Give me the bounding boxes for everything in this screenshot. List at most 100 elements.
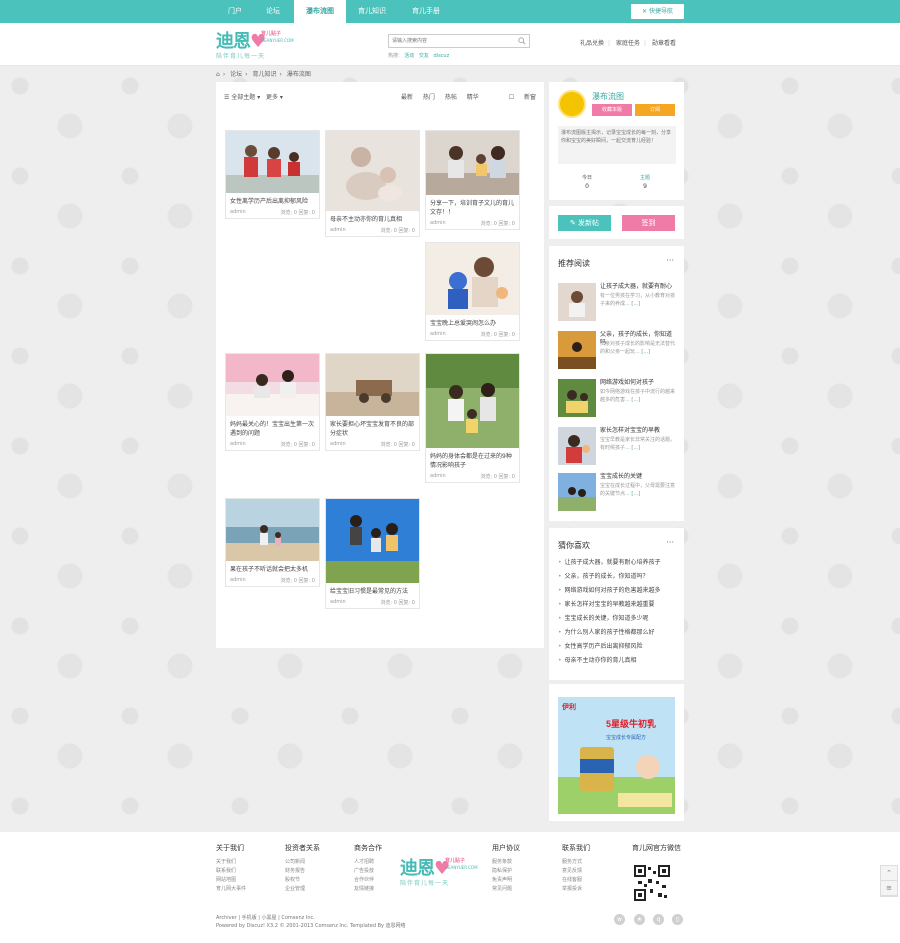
thread-card[interactable]: 果在孩子不听话就会把太多机 admin 浏览: 0 回复: 0 (225, 498, 320, 587)
recommended-item[interactable]: 网络游戏如何对孩子 如今网络游戏在孩子中流行的越来越多的危害... [...] (558, 379, 676, 417)
footer-link[interactable]: 广告投放 (354, 867, 382, 876)
weibo-icon[interactable]: w (614, 914, 625, 925)
recommended-thumb[interactable] (558, 283, 596, 321)
footer-link[interactable]: 隐私保护 (492, 867, 520, 876)
filter-all-topics[interactable]: 全部主题 (231, 94, 255, 101)
recommended-thumb[interactable] (558, 331, 596, 369)
recommended-title-link[interactable]: 让孩子成大器，就要有耐心 (600, 283, 676, 291)
hot-keyword[interactable]: 交友 (419, 53, 429, 59)
nav-item-forum[interactable]: 论坛 (256, 0, 290, 23)
link-family-tasks[interactable]: 家庭任务 (616, 40, 640, 47)
qq-icon[interactable]: q (653, 914, 664, 925)
ad-banner[interactable]: 伊利 5星级牛初乳 宝宝成长专属配方 (558, 697, 675, 814)
breadcrumb-item[interactable]: 论坛 (230, 71, 242, 78)
footer-link[interactable]: 企业管理 (285, 885, 320, 894)
nav-item-parenting-handbook[interactable]: 育儿手册 (400, 0, 452, 23)
read-more-link[interactable]: [...] (641, 349, 650, 355)
footer-link[interactable]: 合作伙伴 (354, 876, 382, 885)
thread-author[interactable]: admin (330, 227, 346, 233)
thread-card[interactable]: 妈妈最关心的！宝宝出生第一次遇到的问题 admin 浏览: 0 回复: 0 (225, 353, 320, 451)
thread-title[interactable]: 给宝宝旧习惯是最常见的方法 (326, 583, 419, 598)
recommended-title-link[interactable]: 网络游戏如何对孩子 (600, 379, 676, 387)
thread-image[interactable] (226, 131, 319, 193)
thread-title[interactable]: 妈妈的身体会都是在过来的9种情况影响孩子 (426, 448, 519, 472)
thread-image[interactable] (326, 499, 419, 583)
footer-link[interactable]: 财务报告 (285, 867, 320, 876)
recommended-title-link[interactable]: 家长怎样对宝宝的早教 (600, 427, 676, 435)
list-item[interactable]: • 父亲，孩子的成长，你知道吗？ (558, 572, 678, 586)
footer-link[interactable]: 在线客服 (562, 876, 590, 885)
hot-keyword[interactable]: discuz (434, 53, 450, 59)
recommended-thumb[interactable] (558, 379, 596, 417)
list-view-icon[interactable]: ≡ (881, 881, 897, 896)
recommended-item[interactable]: 家长怎样对宝宝的早教 宝宝早教是家长非常关注的话题，有时候孩子... [...] (558, 427, 676, 465)
site-logo[interactable]: 迪恩♥ 育儿贴子 DEANYUER.COM 陪伴育儿每一天 (216, 27, 296, 63)
link-gift-exchange[interactable]: 礼品兑换 (580, 40, 604, 47)
filter-more[interactable]: 更多 (266, 94, 278, 101)
footer-link[interactable]: 股权节 (285, 876, 320, 885)
thread-card[interactable]: 女性离学历产后出离抑郁风险 admin 浏览: 0 回复: 0 (225, 130, 320, 219)
list-item[interactable]: • 为什么别人家的孩子性格都那么好 (558, 628, 678, 642)
footer-logo[interactable]: 迪恩♥ 育儿贴子 DEANYUER.COM 陪伴育儿每一天 (400, 854, 480, 890)
footer-link[interactable]: 友情链接 (354, 885, 382, 894)
subscribe-button[interactable]: 订阅 (635, 104, 675, 116)
thread-author[interactable]: admin (330, 599, 346, 605)
thread-author[interactable]: admin (230, 577, 246, 583)
list-item[interactable]: • 家长怎样对宝宝的早教越来越重要 (558, 600, 678, 614)
thread-author[interactable]: admin (230, 441, 246, 447)
list-item[interactable]: • 母亲不主动亦你的育儿真相 (558, 656, 678, 670)
thread-card[interactable]: 宝宝晚上总爱哭闹怎么办 admin 浏览: 0 回复: 0 (425, 242, 520, 341)
new-post-button[interactable]: ✎ 发新帖 (558, 215, 611, 231)
list-item[interactable]: • 让孩子成大器，就要有耐心培养孩子 (558, 558, 678, 572)
breadcrumb-item[interactable]: 育儿知识 (252, 71, 276, 78)
thread-author[interactable]: admin (430, 331, 446, 337)
search-icon[interactable] (518, 37, 526, 45)
recommended-item[interactable]: 让孩子成大器，就要有耐心 有一位男孩在学习，从小教育对孩子来的养成... [..… (558, 283, 676, 321)
list-item[interactable]: • 网络游戏如何对孩子的危害越来越多 (558, 586, 678, 600)
thread-card[interactable]: 妈妈的身体会都是在过来的9种情况影响孩子 admin 浏览: 0 回复: 0 (425, 353, 520, 483)
nav-item-waterfall[interactable]: 瀑布流图 (294, 0, 346, 23)
nav-item-parenting-knowledge[interactable]: 育儿知识 (348, 0, 396, 23)
thread-title[interactable]: 果在孩子不听话就会把太多机 (226, 561, 319, 576)
thread-author[interactable]: admin (430, 473, 446, 479)
thread-title[interactable]: 宝宝晚上总爱哭闹怎么办 (426, 315, 519, 330)
footer-link[interactable]: 育儿网大事件 (216, 885, 246, 894)
thread-title[interactable]: 家长要担心坏宝宝发育不良的部分症状 (326, 416, 419, 440)
hot-keyword[interactable]: 活动 (404, 53, 414, 59)
thread-image[interactable] (326, 354, 419, 416)
quick-nav-button[interactable]: ✕ 快捷导航 (631, 4, 684, 19)
search-input[interactable] (389, 35, 513, 47)
new-window-toggle[interactable]: ☐ 新窗 (509, 94, 536, 101)
thread-image[interactable] (426, 131, 519, 195)
footer-link[interactable]: 常见问题 (492, 885, 520, 894)
thread-title[interactable]: 女性离学历产后出离抑郁风险 (226, 193, 319, 208)
thread-card[interactable]: 家长要担心坏宝宝发育不良的部分症状 admin 浏览: 0 回复: 0 (325, 353, 420, 451)
more-icon[interactable]: ··· (666, 256, 674, 265)
footer-link[interactable]: 服务条款 (492, 858, 520, 867)
phone-icon[interactable]: ▯ (672, 914, 683, 925)
home-icon[interactable]: ⌂ (216, 71, 220, 78)
sign-in-button[interactable]: 签到 (622, 215, 675, 231)
favorite-forum-button[interactable]: 收藏本版 (592, 104, 632, 116)
footer-link[interactable]: 网站地图 (216, 876, 246, 885)
thread-card[interactable]: 母亲不主动亦你的育儿真相 admin 浏览: 0 回复: 0 (325, 130, 420, 237)
nav-item-portal[interactable]: 门户 (218, 0, 252, 23)
footer-link[interactable]: 免责声明 (492, 876, 520, 885)
thread-card[interactable]: 给宝宝旧习惯是最常见的方法 admin 浏览: 0 回复: 0 (325, 498, 420, 609)
recommended-thumb[interactable] (558, 427, 596, 465)
footer-link[interactable]: 服务方式 (562, 858, 590, 867)
read-more-link[interactable]: [...] (631, 445, 640, 451)
list-item[interactable]: • 女性高学历产后出离抑郁风险 (558, 642, 678, 656)
recommended-item[interactable]: 父亲，孩子的成长，你知道吗 父亲对孩子成长的影响是无法替代的和父亲一起玩... … (558, 331, 676, 369)
sort-digest[interactable]: 精华 (467, 94, 479, 101)
thread-image[interactable] (326, 131, 419, 211)
thread-image[interactable] (226, 499, 319, 561)
star-icon[interactable]: ★ (634, 914, 645, 925)
read-more-link[interactable]: [...] (631, 397, 640, 403)
thread-author[interactable]: admin (230, 209, 246, 215)
thread-author[interactable]: admin (330, 441, 346, 447)
sort-latest[interactable]: 最新 (401, 94, 413, 101)
sort-hot[interactable]: 热门 (423, 94, 435, 101)
thread-title[interactable]: 妈妈最关心的！宝宝出生第一次遇到的问题 (226, 416, 319, 440)
read-more-link[interactable]: [...] (631, 491, 640, 497)
